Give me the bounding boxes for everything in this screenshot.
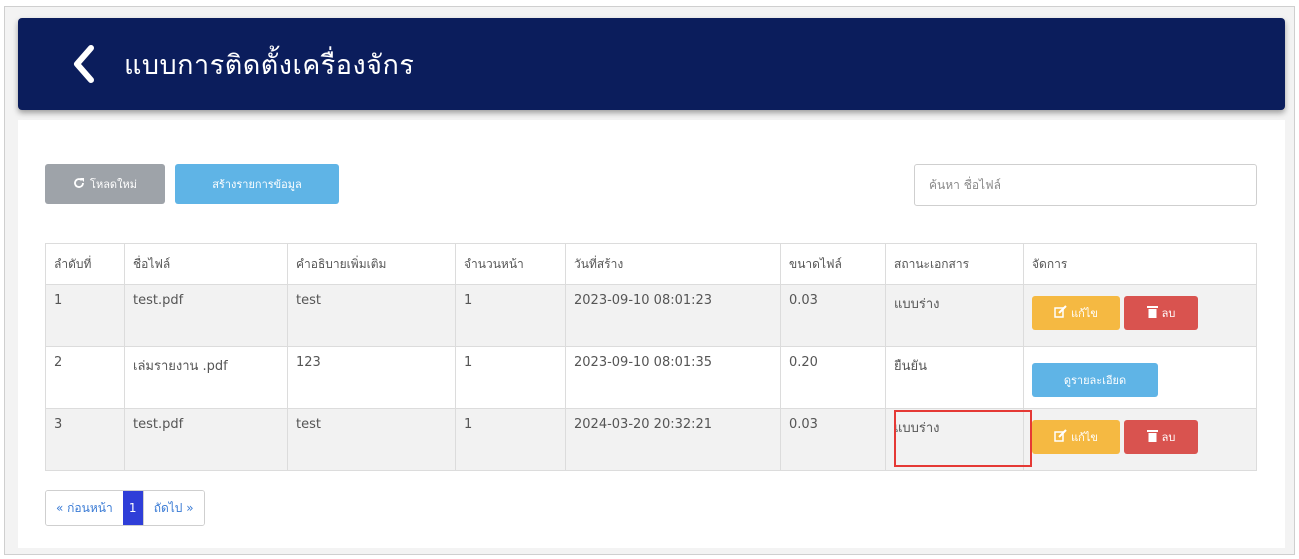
edit-icon	[1054, 305, 1067, 321]
cell-size: 0.03	[780, 408, 886, 471]
view-detail-button[interactable]: ดูรายละเอียด	[1032, 363, 1158, 397]
page-title: แบบการติดตั้งเครื่องจักร	[124, 49, 415, 81]
cell-description: 123	[287, 346, 456, 409]
create-label: สร้างรายการข้อมูล	[212, 178, 302, 191]
cell-created: 2024-03-20 20:32:21	[565, 408, 781, 471]
col-header-status: สถานะเอกสาร	[885, 243, 1024, 285]
cell-size: 0.20	[780, 346, 886, 409]
refresh-icon	[73, 177, 85, 192]
cell-actions: แก้ไข ลบ	[1023, 408, 1257, 471]
edit-button[interactable]: แก้ไข	[1032, 296, 1120, 330]
search-input[interactable]	[914, 164, 1257, 206]
cell-status: แบบร่าง	[885, 408, 1024, 471]
table-row: 3 test.pdf test 1 2024-03-20 20:32:21 0.…	[45, 408, 1257, 471]
cell-status: ยืนยัน	[885, 346, 1024, 409]
files-table: ลำดับที่ ชื่อไฟล์ คำอธิบายเพิ่มเติม จำนว…	[45, 243, 1257, 471]
pagination: « ก่อนหน้า 1 ถัดไป »	[45, 490, 205, 526]
cell-filename: เล่มรายงาน .pdf	[124, 346, 288, 409]
delete-label: ลบ	[1161, 307, 1176, 320]
main-panel: โหลดใหม่ สร้างรายการข้อมูล ลำดับที่ ชื่อ…	[18, 120, 1285, 548]
cell-description: test	[287, 408, 456, 471]
cell-actions: แก้ไข ลบ	[1023, 284, 1257, 347]
delete-button[interactable]: ลบ	[1124, 420, 1198, 454]
table-row: 1 test.pdf test 1 2023-09-10 08:01:23 0.…	[45, 284, 1257, 347]
cell-status: แบบร่าง	[885, 284, 1024, 347]
cell-pages: 1	[455, 408, 566, 471]
current-page[interactable]: 1	[122, 491, 143, 525]
edit-label: แก้ไข	[1071, 431, 1098, 444]
trash-icon	[1146, 305, 1158, 321]
col-header-created: วันที่สร้าง	[565, 243, 781, 285]
col-header-actions: จัดการ	[1023, 243, 1257, 285]
cell-created: 2023-09-10 08:01:23	[565, 284, 781, 347]
cell-actions: ดูรายละเอียด	[1023, 346, 1257, 409]
delete-button[interactable]: ลบ	[1124, 296, 1198, 330]
cell-filename: test.pdf	[124, 284, 288, 347]
edit-label: แก้ไข	[1071, 307, 1098, 320]
cell-filename: test.pdf	[124, 408, 288, 471]
table-row: 2 เล่มรายงาน .pdf 123 1 2023-09-10 08:01…	[45, 346, 1257, 409]
create-record-button[interactable]: สร้างรายการข้อมูล	[175, 164, 339, 204]
table-header-row: ลำดับที่ ชื่อไฟล์ คำอธิบายเพิ่มเติม จำนว…	[45, 243, 1257, 285]
cell-size: 0.03	[780, 284, 886, 347]
toolbar: โหลดใหม่ สร้างรายการข้อมูล	[45, 164, 339, 204]
cell-description: test	[287, 284, 456, 347]
cell-pages: 1	[455, 284, 566, 347]
col-header-pages: จำนวนหน้า	[455, 243, 566, 285]
cell-pages: 1	[455, 346, 566, 409]
reload-label: โหลดใหม่	[90, 178, 137, 191]
edit-icon	[1054, 429, 1067, 445]
next-page-link[interactable]: ถัดไป »	[142, 491, 204, 525]
cell-no: 3	[45, 408, 125, 471]
cell-no: 1	[45, 284, 125, 347]
edit-button[interactable]: แก้ไข	[1032, 420, 1120, 454]
trash-icon	[1146, 429, 1158, 445]
page-header: แบบการติดตั้งเครื่องจักร	[18, 18, 1285, 110]
col-header-description: คำอธิบายเพิ่มเติม	[287, 243, 456, 285]
cell-no: 2	[45, 346, 125, 409]
prev-page-link[interactable]: « ก่อนหน้า	[46, 491, 123, 525]
col-header-size: ขนาดไฟล์	[780, 243, 886, 285]
cell-created: 2023-09-10 08:01:35	[565, 346, 781, 409]
col-header-filename: ชื่อไฟล์	[124, 243, 288, 285]
col-header-no: ลำดับที่	[45, 243, 125, 285]
reload-button[interactable]: โหลดใหม่	[45, 164, 165, 204]
detail-label: ดูรายละเอียด	[1063, 374, 1127, 387]
chevron-left-icon[interactable]	[64, 44, 104, 84]
delete-label: ลบ	[1161, 431, 1176, 444]
